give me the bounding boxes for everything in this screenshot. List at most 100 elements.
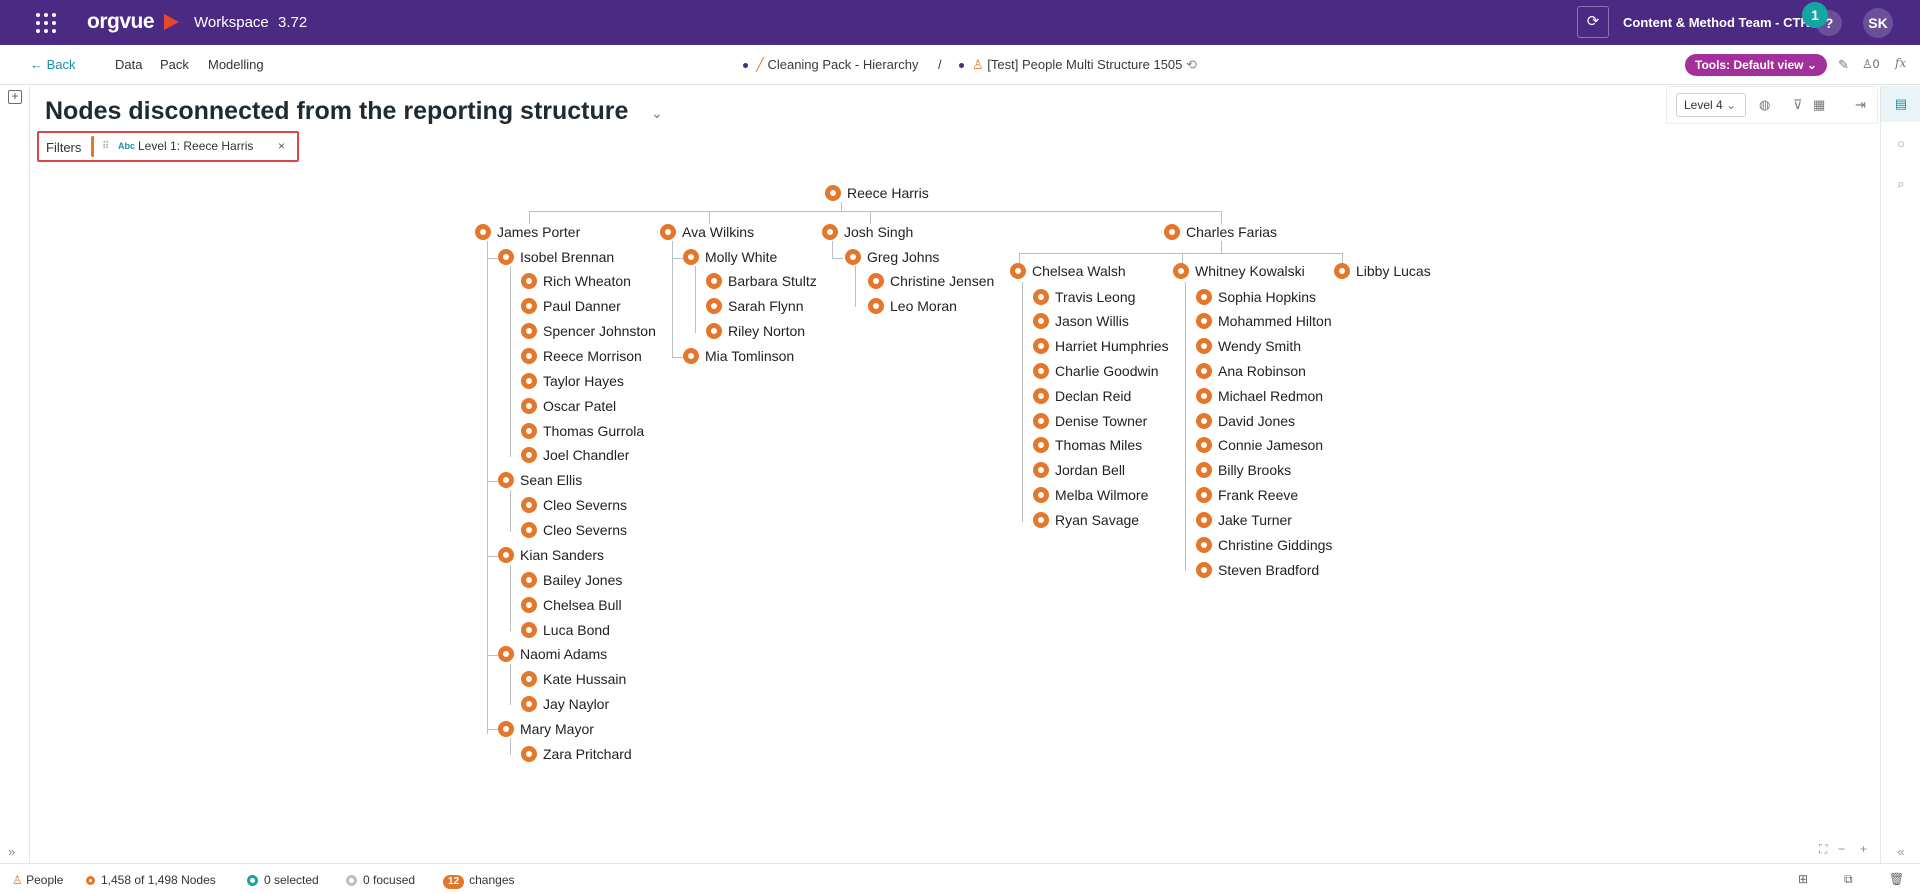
node-label: Connie Jameson [1218,437,1324,453]
node-icon [845,249,861,265]
node-label: Bailey Jones [543,572,623,588]
connector [487,655,498,656]
trash-icon[interactable]: 🗑 [1889,872,1904,886]
node-icon [1033,512,1049,528]
node-label: Josh Singh [844,224,914,240]
node-count-status[interactable]: 1,458 of 1,498 Nodes [86,873,216,887]
node-icon [683,348,699,364]
node-label: Jordan Bell [1055,462,1126,478]
connector [487,729,498,730]
connector [855,266,856,307]
node-icon [1033,437,1049,453]
node-label: Mohammed Hilton [1218,313,1332,329]
connector [832,241,833,259]
node-icon [521,273,537,289]
node-icon [521,746,537,762]
connector [1022,282,1023,522]
node-label: Sophia Hopkins [1218,289,1317,305]
node-icon [822,224,838,240]
node-icon [1033,413,1049,429]
focused-status[interactable]: 0 focused [346,873,415,887]
node-label: Ryan Savage [1055,512,1140,528]
node-icon [868,298,884,314]
node-icon [521,298,537,314]
connector [510,490,511,532]
node-icon [521,447,537,463]
connector [672,357,683,358]
node-label: James Porter [497,224,581,240]
connector [510,266,511,457]
zoom-out-button[interactable]: − [1838,842,1845,856]
node-label: Reece Morrison [543,348,642,364]
dataset-status-label: People [26,873,64,887]
node-label: Frank Reeve [1218,487,1299,503]
connector [487,556,498,557]
node-label: Jason Willis [1055,313,1129,329]
node-label: Kian Sanders [520,547,605,563]
node-icon [1033,338,1049,354]
node-label: Denise Towner [1055,413,1148,429]
node-label: Ana Robinson [1218,363,1306,379]
node-label: Spencer Johnston [543,323,656,339]
node-icon [521,323,537,339]
node-icon [1196,413,1212,429]
node-icon [1010,263,1026,279]
node-icon [1196,363,1212,379]
node-label: Taylor Hayes [543,373,624,389]
node-label: Joel Chandler [543,447,630,463]
node-icon [521,398,537,414]
node-label: Zara Pritchard [543,746,632,762]
node-icon [1196,338,1212,354]
node-icon [521,622,537,638]
node-icon [706,298,722,314]
node-icon [521,348,537,364]
changes-status[interactable]: 12 changes [443,873,515,889]
connector [487,241,488,734]
connector [1019,253,1343,254]
node-icon [498,547,514,563]
focused-icon [346,875,357,887]
node-label: Chelsea Bull [543,597,622,613]
node-label: Jay Naylor [543,696,610,712]
zoom-in-button[interactable]: + [1860,842,1867,856]
connector [510,738,511,755]
node-icon [706,273,722,289]
add-icon[interactable]: ⊞ [1798,872,1808,886]
copy-icon[interactable]: ⧉ [1844,872,1853,887]
node-label: Ava Wilkins [682,224,755,240]
connector [1221,241,1222,253]
node-label: Christine Giddings [1218,537,1333,553]
dataset-status[interactable]: ♙ People [12,873,63,887]
connector [510,565,511,631]
node-label: Molly White [705,249,778,265]
node-icon [521,497,537,513]
node-label: Isobel Brennan [520,249,615,265]
node-label: Steven Bradford [1218,562,1320,578]
hierarchy-tree: Reece Harris James Porter Isobel Brennan… [0,0,1920,893]
node-icon [1164,224,1180,240]
status-bar: ♙ People 1,458 of 1,498 Nodes 0 selected… [0,863,1920,893]
node-icon [825,185,841,201]
node-label: Thomas Gurrola [543,423,645,439]
node-icon [868,273,884,289]
connector [510,664,511,705]
focused-label: 0 focused [363,873,416,887]
node-icon [1334,263,1350,279]
connector [487,481,498,482]
fit-screen-icon[interactable]: ⛶ [1819,842,1827,857]
connector [529,211,1221,212]
node-icon [1196,462,1212,478]
node-count-label: 1,458 of 1,498 Nodes [101,873,216,887]
node-icon [1196,388,1212,404]
connector [841,202,842,211]
node-label: Charles Farias [1186,224,1278,240]
node-icon [1033,313,1049,329]
node-icon [86,876,95,886]
node-icon [1196,437,1212,453]
node-icon [660,224,676,240]
selected-status[interactable]: 0 selected [247,873,319,887]
connector [1185,282,1186,571]
node-icon [521,671,537,687]
node-label: Greg Johns [867,249,940,265]
node-label: Michael Redmon [1218,388,1324,404]
